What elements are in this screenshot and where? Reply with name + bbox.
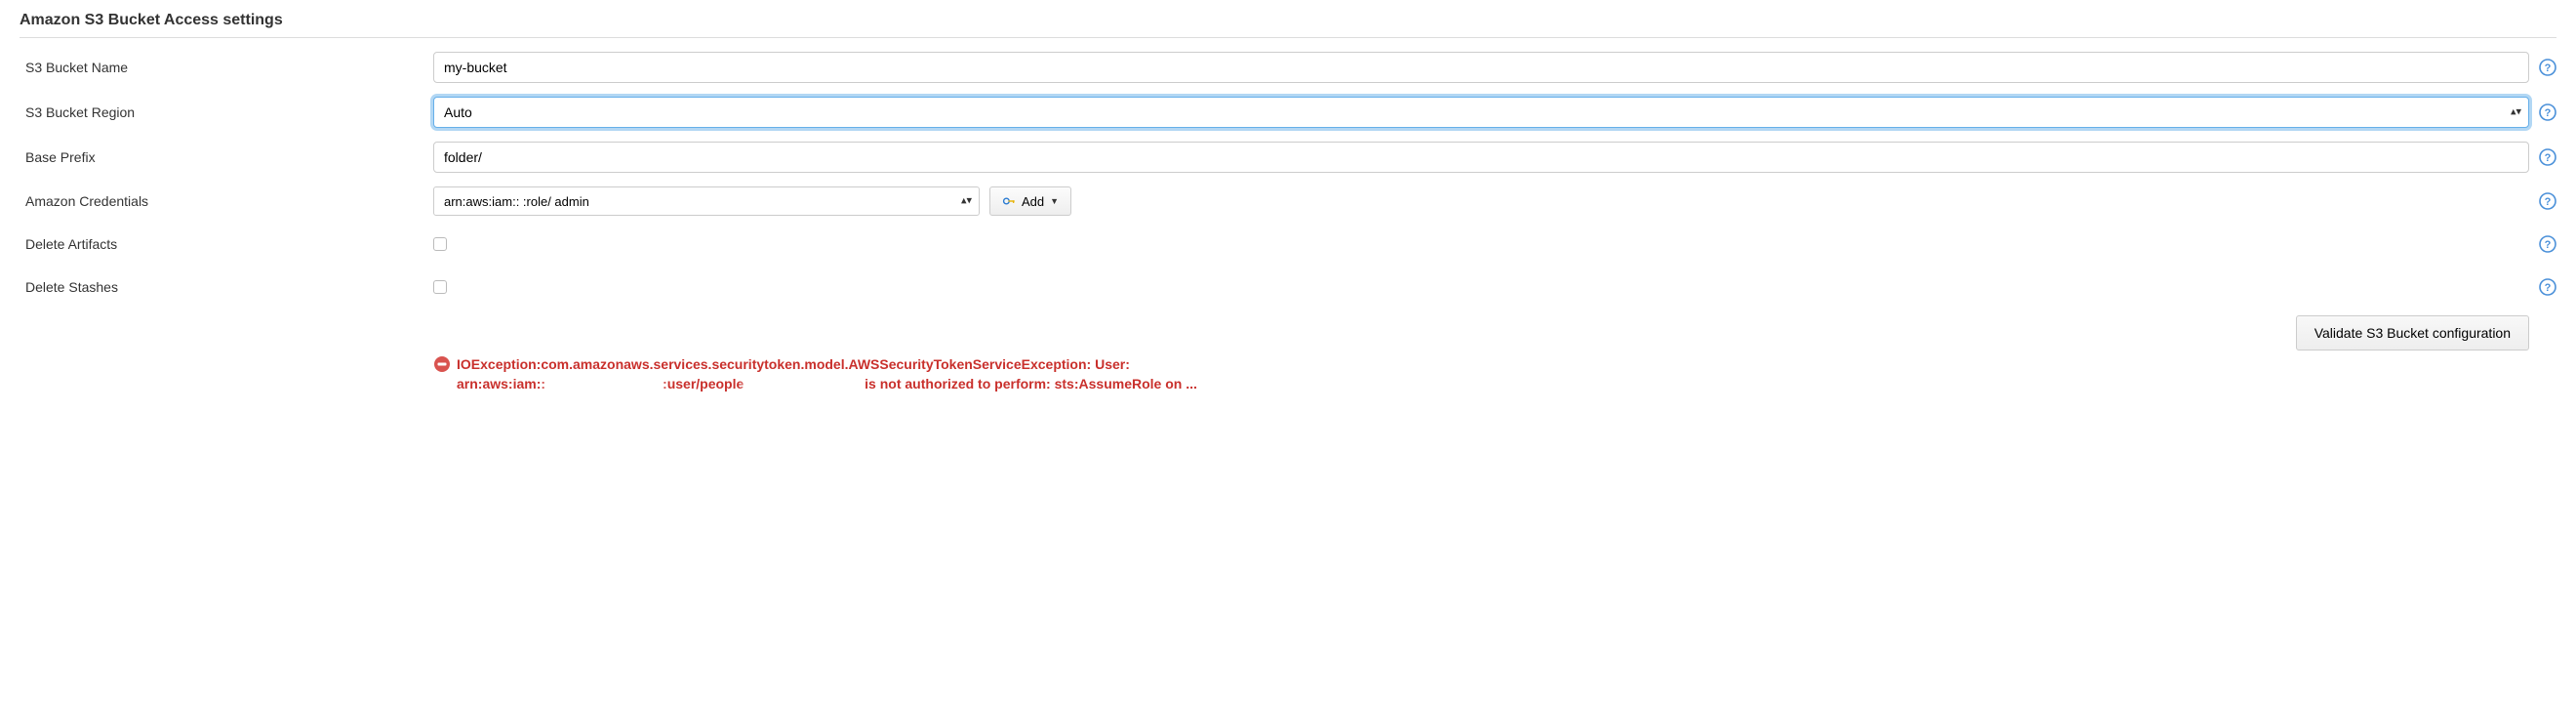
checkbox-delete-stashes[interactable]	[433, 280, 447, 294]
checkbox-delete-artifacts[interactable]	[433, 237, 447, 251]
key-icon	[1002, 194, 1016, 208]
add-button-label: Add	[1022, 194, 1044, 209]
svg-text:?: ?	[2545, 239, 2552, 251]
error-icon	[433, 355, 451, 373]
svg-text:?: ?	[2545, 152, 2552, 164]
help-icon[interactable]: ?	[2539, 103, 2556, 121]
svg-text:?: ?	[2545, 196, 2552, 208]
label-delete-stashes: Delete Stashes	[20, 279, 433, 295]
chevron-down-icon: ▼	[1050, 196, 1059, 206]
row-validate: Validate S3 Bucket configuration	[20, 315, 2556, 350]
help-icon[interactable]: ?	[2539, 148, 2556, 166]
row-credentials: Amazon Credentials arn:aws:iam:: :role/ …	[20, 186, 2556, 216]
svg-text:?: ?	[2545, 62, 2552, 74]
label-delete-artifacts: Delete Artifacts	[20, 236, 433, 252]
row-base-prefix: Base Prefix ?	[20, 142, 2556, 173]
validate-button[interactable]: Validate S3 Bucket configuration	[2296, 315, 2529, 350]
label-bucket-region: S3 Bucket Region	[20, 104, 433, 120]
label-base-prefix: Base Prefix	[20, 149, 433, 165]
row-bucket-name: S3 Bucket Name ?	[20, 52, 2556, 83]
row-error: IOException:com.amazonaws.services.secur…	[20, 354, 2556, 394]
help-icon[interactable]: ?	[2539, 192, 2556, 210]
select-bucket-region[interactable]: Auto	[433, 97, 2529, 128]
label-credentials: Amazon Credentials	[20, 193, 433, 209]
error-message: IOException:com.amazonaws.services.secur…	[457, 354, 1197, 394]
add-credentials-button[interactable]: Add ▼	[989, 186, 1071, 216]
section-title: Amazon S3 Bucket Access settings	[20, 8, 2556, 38]
help-icon[interactable]: ?	[2539, 59, 2556, 76]
svg-text:?: ?	[2545, 282, 2552, 294]
row-delete-artifacts: Delete Artifacts ?	[20, 229, 2556, 259]
help-icon[interactable]: ?	[2539, 235, 2556, 253]
help-icon[interactable]: ?	[2539, 278, 2556, 296]
row-bucket-region: S3 Bucket Region Auto ▴▾ ?	[20, 97, 2556, 128]
input-bucket-name[interactable]	[433, 52, 2529, 83]
row-delete-stashes: Delete Stashes ?	[20, 272, 2556, 302]
input-base-prefix[interactable]	[433, 142, 2529, 173]
select-credentials[interactable]: arn:aws:iam:: :role/ admin	[433, 186, 980, 216]
label-bucket-name: S3 Bucket Name	[20, 60, 433, 75]
svg-text:?: ?	[2545, 107, 2552, 119]
